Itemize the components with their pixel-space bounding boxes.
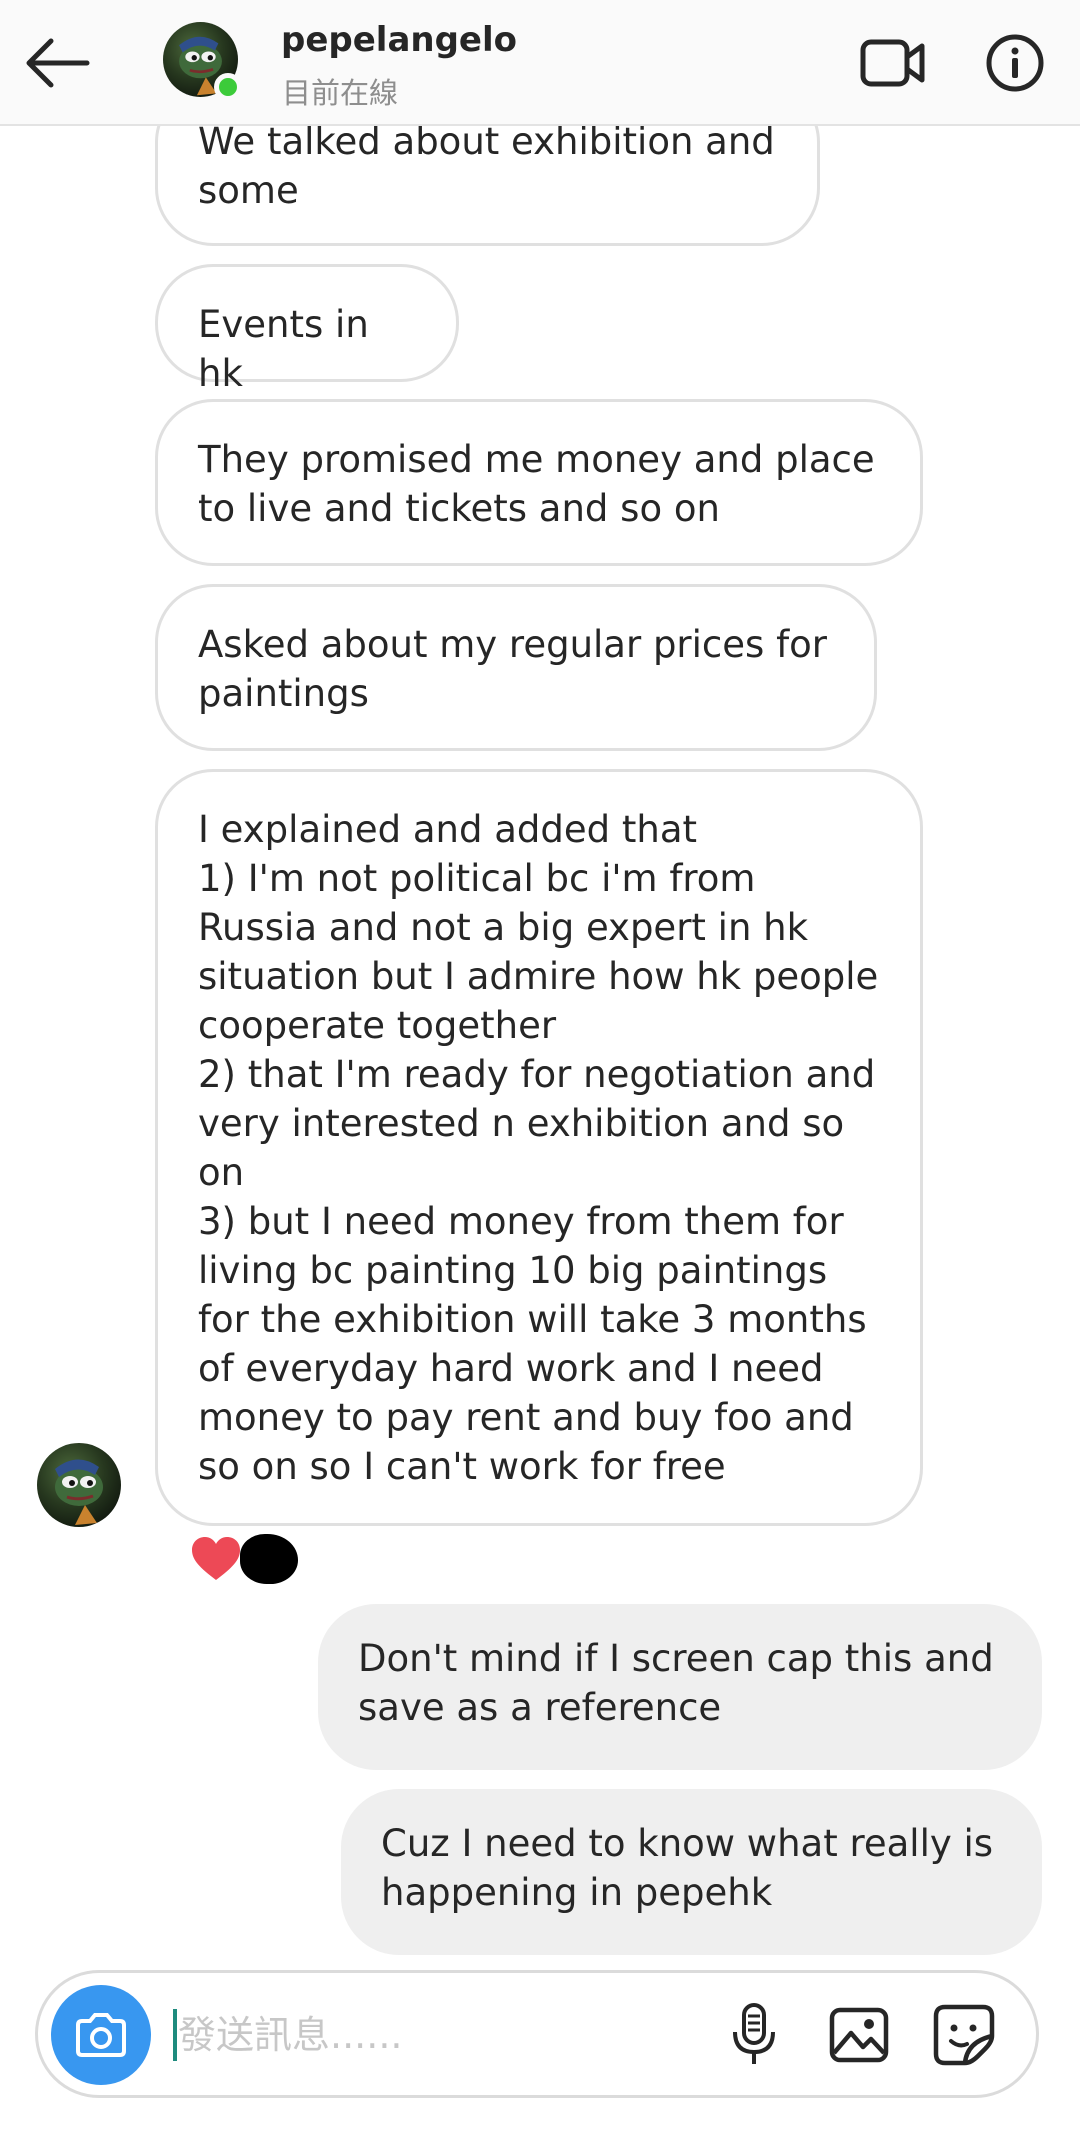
message-composer (35, 1970, 1039, 2098)
text-caret (173, 2009, 177, 2061)
back-button[interactable] (20, 28, 96, 98)
camera-button[interactable] (51, 1985, 151, 2085)
sticker-button[interactable] (928, 1999, 1000, 2071)
sender-avatar[interactable] (37, 1443, 121, 1527)
dm-thread-screen: We talked about exhibition and some Even… (0, 0, 1080, 2132)
online-status-dot (214, 73, 242, 101)
microphone-icon (733, 2003, 775, 2064)
video-camera-icon (860, 39, 925, 87)
voice-message-button[interactable] (718, 1999, 790, 2071)
message-input[interactable] (178, 2003, 678, 2067)
message-bubble-received[interactable]: Asked about my regular prices for painti… (155, 584, 877, 751)
message-bubble-sent[interactable]: Don't mind if I screen cap this and save… (318, 1604, 1042, 1770)
message-bubble-received[interactable]: I explained and added that 1) I'm not po… (155, 769, 923, 1526)
camera-icon (76, 2013, 126, 2057)
heart-icon (192, 1537, 240, 1580)
chat-header: pepelangelo 目前在線 (0, 0, 1080, 126)
message-bubble-received[interactable]: They promised me money and place to live… (155, 399, 923, 566)
message-list[interactable]: We talked about exhibition and some Even… (0, 0, 1080, 1955)
conversation-info-button[interactable] (980, 28, 1050, 98)
video-call-button[interactable] (858, 28, 928, 98)
redacted-reaction (240, 1534, 298, 1584)
message-bubble-sent[interactable]: Cuz I need to know what really is happen… (341, 1789, 1042, 1955)
active-status: 目前在線 (282, 76, 399, 110)
gallery-icon (829, 2007, 889, 2063)
message-reactions[interactable] (190, 1532, 300, 1584)
message-bubble-received[interactable]: Events in hk (155, 264, 459, 395)
avatar-image (37, 1443, 121, 1527)
profile-avatar[interactable] (163, 22, 242, 101)
info-icon (986, 34, 1044, 92)
gallery-button[interactable] (823, 1999, 895, 2071)
sticker-icon (933, 2004, 995, 2066)
header-username[interactable]: pepelangelo (281, 20, 517, 60)
back-arrow-icon (26, 38, 90, 88)
